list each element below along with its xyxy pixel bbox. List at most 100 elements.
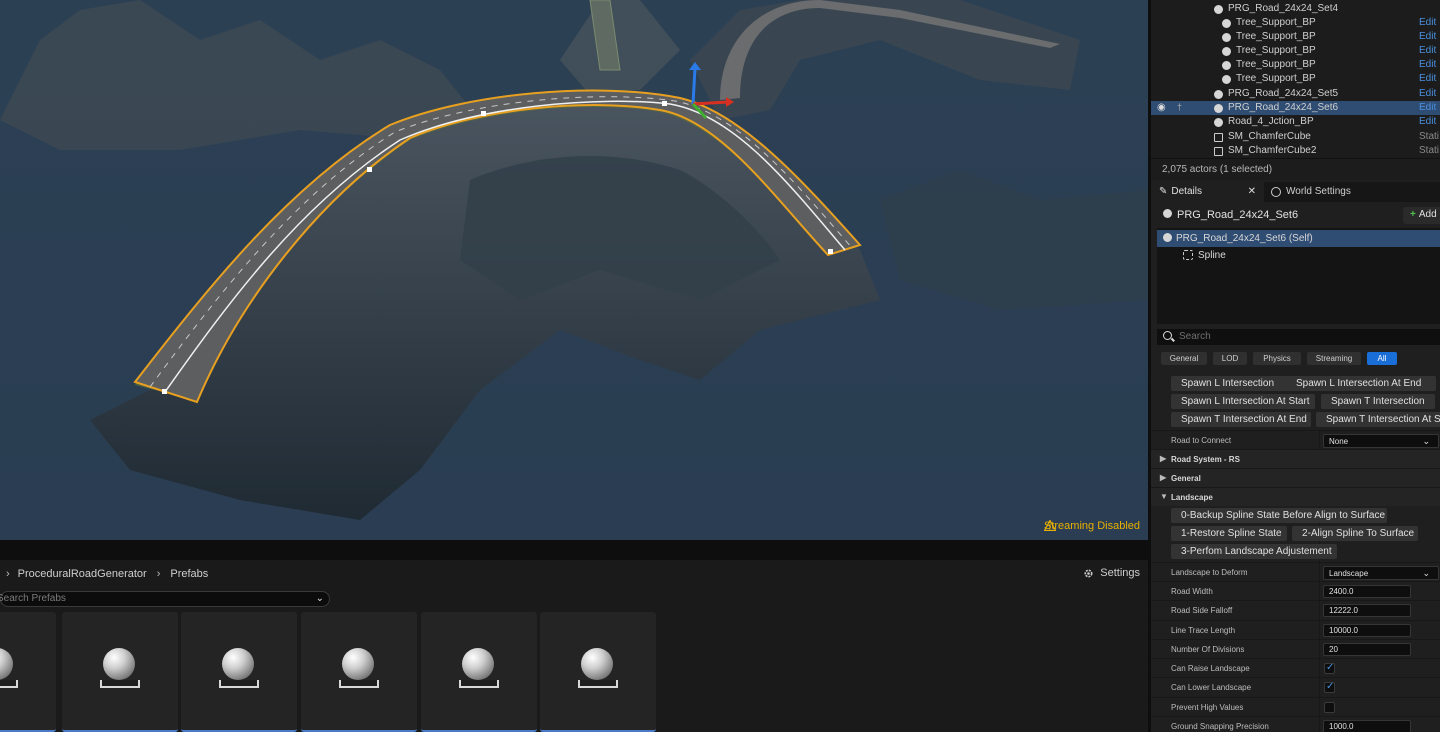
- filter-lod[interactable]: LOD: [1213, 352, 1247, 365]
- eye-icon[interactable]: ◉: [1157, 102, 1166, 113]
- asset-tile[interactable]: [421, 612, 537, 732]
- material-sphere-icon: [342, 648, 374, 680]
- backup-spline-state-button[interactable]: 0-Backup Spline State Before Align to Su…: [1171, 508, 1387, 523]
- search-placeholder: Search: [1179, 331, 1211, 342]
- chevron-down-icon: ⌄: [1422, 436, 1430, 446]
- pedestal-icon: [219, 680, 259, 688]
- chevron-down-icon[interactable]: ⌄: [316, 592, 324, 606]
- material-sphere-icon: [103, 648, 135, 680]
- content-browser-settings-button[interactable]: Settings: [1083, 567, 1140, 579]
- asset-tile[interactable]: [0, 612, 56, 732]
- edit-link[interactable]: Edit: [1419, 102, 1436, 113]
- align-spline-to-surface-button[interactable]: 2-Align Spline To Surface: [1292, 526, 1418, 541]
- tab-world-settings[interactable]: World Settings: [1271, 186, 1351, 197]
- outliner-row-label: Tree_Support_BP: [1236, 73, 1316, 84]
- add-label: Add: [1418, 209, 1437, 220]
- actor-icon: [1214, 104, 1223, 113]
- perform-landscape-adjustment-button[interactable]: 3-Perfom Landscape Adjustement: [1171, 544, 1337, 559]
- component-row-spline[interactable]: Spline: [1157, 247, 1440, 264]
- tab-details[interactable]: ✎ Details ✕: [1151, 182, 1264, 202]
- spawn-t-intersection-at-start-button[interactable]: Spawn T Intersection At Sta: [1316, 412, 1440, 427]
- asset-tile[interactable]: [540, 612, 656, 732]
- outliner-row[interactable]: Tree_Support_BP Edit: [1151, 30, 1440, 44]
- filter-general[interactable]: General: [1161, 352, 1207, 365]
- filter-all[interactable]: All: [1367, 352, 1397, 365]
- outliner-row-label: SM_ChamferCube2: [1228, 145, 1317, 156]
- add-component-button[interactable]: + Add: [1403, 207, 1440, 224]
- property-number-of-divisions: Number Of Divisions 20: [1151, 639, 1440, 658]
- material-sphere-icon: [462, 648, 494, 680]
- pin-icon[interactable]: †: [1177, 102, 1182, 112]
- outliner-row[interactable]: Tree_Support_BP Edit: [1151, 44, 1440, 58]
- details-search-input[interactable]: Search: [1157, 329, 1440, 345]
- can-lower-landscape-checkbox[interactable]: [1324, 681, 1335, 693]
- edit-link[interactable]: Edit: [1419, 73, 1436, 84]
- chevron-right-icon[interactable]: ›: [157, 568, 161, 580]
- chevron-right-icon[interactable]: ›: [6, 568, 10, 580]
- outliner-row[interactable]: Tree_Support_BP Edit: [1151, 16, 1440, 30]
- filter-streaming[interactable]: Streaming: [1307, 352, 1361, 365]
- outliner-row[interactable]: PRG_Road_24x24_Set5 Edit: [1151, 87, 1440, 101]
- outliner-row[interactable]: SM_ChamferCube2 Stati: [1151, 144, 1440, 158]
- can-raise-landscape-checkbox[interactable]: [1324, 662, 1335, 674]
- property-landscape-to-deform: Landscape to Deform Landscape ⌄: [1151, 562, 1440, 581]
- landscape-to-deform-dropdown[interactable]: Landscape ⌄: [1323, 566, 1439, 580]
- edit-link[interactable]: Edit: [1419, 59, 1436, 70]
- prevent-high-values-checkbox[interactable]: [1324, 702, 1335, 713]
- viewport-scene: [0, 0, 1148, 540]
- static-mesh-icon: [1214, 147, 1223, 156]
- edit-link[interactable]: Edit: [1419, 88, 1436, 99]
- category-general[interactable]: ▶ General: [1151, 468, 1440, 487]
- spawn-l-intersection-at-start-button[interactable]: Spawn L Intersection At Start: [1171, 394, 1315, 409]
- globe-icon: [1271, 186, 1281, 197]
- pedestal-icon: [339, 680, 379, 688]
- breadcrumb-item-proceduralroadgenerator[interactable]: ProceduralRoadGenerator: [18, 568, 147, 580]
- spawn-t-intersection-button[interactable]: Spawn T Intersection: [1321, 394, 1435, 409]
- edit-link[interactable]: Edit: [1419, 31, 1436, 42]
- actor-name-label: PRG_Road_24x24_Set6: [1177, 209, 1299, 221]
- breadcrumb-item-prefabs[interactable]: Prefabs: [170, 568, 208, 580]
- ground-snapping-precision-input[interactable]: 1000.0: [1323, 720, 1411, 732]
- content-browser-search-input[interactable]: Search Prefabs ⌄: [0, 591, 330, 607]
- spawn-l-intersection-button[interactable]: Spawn L Intersection: [1171, 376, 1289, 391]
- property-label: Landscape to Deform: [1171, 568, 1248, 577]
- spawn-t-intersection-at-end-button[interactable]: Spawn T Intersection At End: [1171, 412, 1311, 427]
- outliner-row[interactable]: Road_4_Jction_BP Edit: [1151, 115, 1440, 129]
- search-icon: [1163, 331, 1172, 340]
- outliner-row-label: Tree_Support_BP: [1236, 31, 1316, 42]
- property-road-to-connect: Road to Connect None ⌄: [1151, 430, 1440, 449]
- asset-tile[interactable]: [62, 612, 178, 732]
- actor-icon: [1222, 61, 1231, 70]
- spline-icon: [1183, 250, 1193, 260]
- restore-spline-state-button[interactable]: 1-Restore Spline State: [1171, 526, 1287, 541]
- edit-link[interactable]: Edit: [1419, 116, 1436, 127]
- filter-physics[interactable]: Physics: [1253, 352, 1301, 365]
- edit-link[interactable]: Edit: [1419, 45, 1436, 56]
- road-width-input[interactable]: 2400.0: [1323, 585, 1411, 598]
- road-side-falloff-input[interactable]: 12222.0: [1323, 604, 1411, 617]
- outliner-row[interactable]: Tree_Support_BP Edit: [1151, 58, 1440, 72]
- tab-details-label: Details: [1171, 186, 1202, 197]
- asset-tile[interactable]: [181, 612, 297, 732]
- close-icon[interactable]: ✕: [1248, 186, 1256, 197]
- category-landscape[interactable]: ▼ Landscape: [1151, 487, 1440, 506]
- dropdown-value: None: [1329, 437, 1349, 446]
- spawn-l-intersection-at-end-button[interactable]: Spawn L Intersection At End: [1286, 376, 1436, 391]
- asset-tile[interactable]: [301, 612, 417, 732]
- outliner-row-selected[interactable]: ◉ † PRG_Road_24x24_Set6 Edit: [1151, 101, 1440, 115]
- gear-icon: [1084, 568, 1093, 578]
- outliner-row[interactable]: PRG_Road_24x24_Set4: [1151, 2, 1440, 16]
- outliner-row[interactable]: SM_ChamferCube Stati: [1151, 130, 1440, 144]
- caret-right-icon: ▶: [1160, 454, 1167, 463]
- outliner-row[interactable]: Tree_Support_BP Edit: [1151, 72, 1440, 86]
- road-to-connect-dropdown[interactable]: None ⌄: [1323, 434, 1439, 448]
- level-viewport[interactable]: Streaming Disabled: [0, 0, 1148, 540]
- actor-icon: [1214, 90, 1223, 99]
- number-of-divisions-input[interactable]: 20: [1323, 643, 1411, 656]
- material-sphere-icon: [581, 648, 613, 680]
- edit-link[interactable]: Edit: [1419, 17, 1436, 28]
- material-sphere-icon: [0, 648, 13, 680]
- line-trace-length-input[interactable]: 10000.0: [1323, 624, 1411, 637]
- component-row-self[interactable]: PRG_Road_24x24_Set6 (Self): [1157, 230, 1440, 247]
- category-road-system[interactable]: ▶ Road System - RS: [1151, 449, 1440, 468]
